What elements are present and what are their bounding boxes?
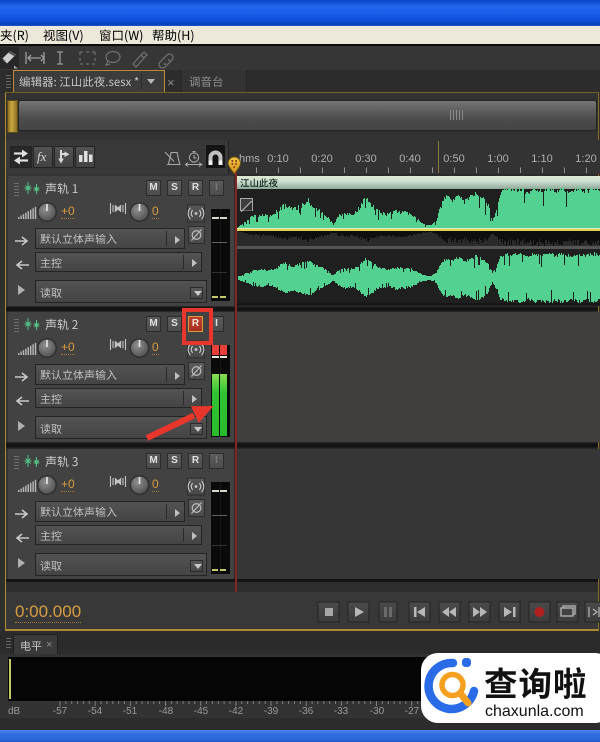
svg-text:chaxunla.com: chaxunla.com xyxy=(485,703,584,720)
